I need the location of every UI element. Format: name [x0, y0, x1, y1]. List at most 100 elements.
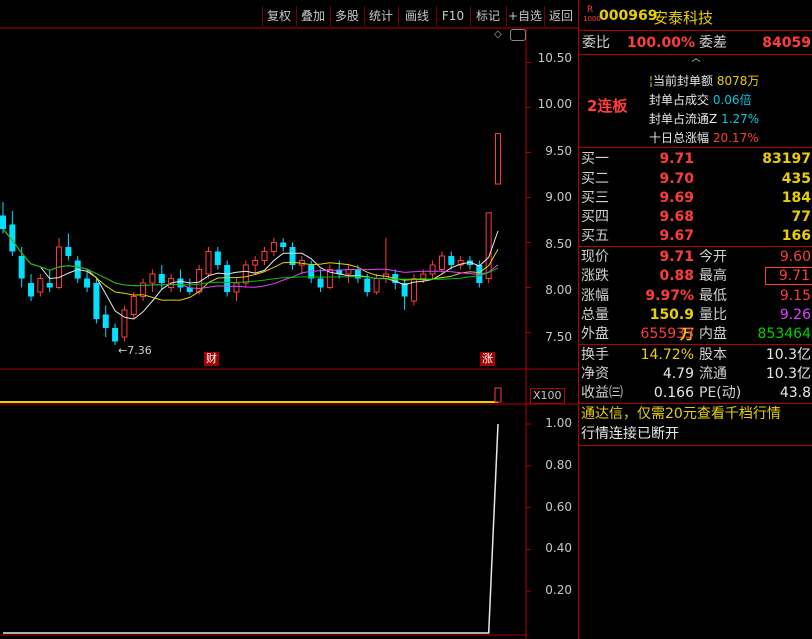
- financial-report-marker[interactable]: 财: [204, 352, 219, 366]
- back-button[interactable]: 返回: [544, 6, 577, 26]
- volume-bar-last: [494, 387, 502, 403]
- candle-body: [242, 264, 249, 284]
- quote-row: 外盘 655933 内盘 853464: [581, 326, 811, 342]
- overlay-button[interactable]: 叠加: [296, 6, 329, 26]
- candle-body: [177, 278, 184, 288]
- candle-body: [280, 242, 287, 247]
- fund-row: 净资 4.79 流通 10.3亿: [581, 366, 811, 382]
- bid-row[interactable]: 买一 9.71 83197: [579, 149, 812, 169]
- candle-body: [84, 278, 91, 288]
- candle-body: [448, 256, 455, 265]
- candle-body: [364, 278, 371, 292]
- candle-body: [224, 265, 231, 292]
- candle-body: [37, 278, 44, 293]
- quote-row: 总量 150.9万 量比 9.26: [581, 307, 811, 343]
- candle-body: [149, 273, 156, 284]
- candle-body: [495, 133, 501, 185]
- inner-volume: 853464: [757, 326, 811, 342]
- candle-body: [261, 251, 268, 261]
- quote-row: 涨幅 9.97% 最低 9.15: [581, 288, 811, 304]
- price-tick: 10.50: [537, 51, 572, 65]
- candle-body: [158, 274, 165, 283]
- add-watchlist-button[interactable]: +自选: [506, 6, 543, 26]
- pe-ratio: 43.8: [779, 385, 811, 401]
- limit-up-marker[interactable]: 涨: [480, 352, 495, 366]
- turnover: 14.72%: [640, 347, 694, 363]
- limit-info-row: ¦当前封单额 8078万: [649, 74, 760, 88]
- price-tick: 8.50: [545, 237, 572, 251]
- multi-stock-button[interactable]: 多股: [330, 6, 363, 26]
- bid-row[interactable]: 买四 9.68 77: [579, 207, 812, 227]
- limit-streak-label: 2连板: [587, 97, 628, 115]
- weicha-label: 委差: [699, 35, 727, 51]
- candle-body: [28, 283, 35, 297]
- indicator-tick: 0.40: [545, 541, 572, 555]
- low-price-label: ←7.36: [118, 344, 152, 357]
- statistics-button[interactable]: 统计: [364, 6, 397, 26]
- weicha-value: 84059: [762, 35, 811, 51]
- limit-info-rows: ¦当前封单额 8078万 封单占成交 0.06倍 封单占流通Z 1.27% 十日…: [649, 72, 759, 148]
- notice-promo[interactable]: 通达信，仅需20元查看千档行情: [581, 404, 781, 424]
- quote-row: 涨跌 0.88 最高 9.71: [579, 266, 812, 286]
- weibi-row: 委比 100.00% 委差 84059: [579, 33, 812, 53]
- bid-row[interactable]: 买三 9.69 184: [579, 188, 812, 208]
- candle-body: [270, 242, 277, 252]
- limit-info-row: 封单占成交 0.06倍: [649, 93, 752, 107]
- fuquan-button[interactable]: 复权: [262, 6, 295, 26]
- total-shares: 10.3亿: [765, 347, 811, 363]
- high-price: 9.71: [765, 267, 812, 285]
- candle-body: [438, 255, 445, 270]
- diamond-icon[interactable]: ◇: [494, 30, 504, 40]
- candle-body: [252, 260, 259, 266]
- weibi-value: 100.00%: [626, 35, 695, 51]
- low-price: 9.15: [779, 288, 811, 304]
- candle-body: [46, 283, 53, 288]
- expand-arrow-icon[interactable]: ︿: [671, 54, 721, 66]
- connection-status: 行情连接已断开: [581, 426, 679, 442]
- candle-body: [485, 212, 492, 279]
- draw-line-button[interactable]: 画线: [398, 6, 435, 26]
- candle-body: [345, 269, 352, 275]
- indicator-tick: 1.00: [545, 416, 572, 430]
- stock-name: 安泰科技: [653, 9, 714, 27]
- mark-button[interactable]: 标记: [470, 6, 505, 26]
- bid-row[interactable]: 买二 9.70 435: [579, 169, 812, 189]
- change-value: 0.88: [659, 268, 694, 284]
- quote-panel: R 1000 000969 安泰科技 委比 100.00% 委差 84059 ︿ …: [578, 0, 812, 639]
- candle-body: [429, 264, 436, 275]
- volume-ratio: 9.26: [779, 307, 811, 323]
- price-tick: 10.00: [537, 97, 572, 111]
- eps: 0.166: [653, 385, 694, 401]
- fund-row: 收益㈢ 0.166 PE(动) 43.8: [581, 385, 811, 401]
- bid-row[interactable]: 买五 9.67 166: [579, 226, 812, 246]
- r-badge: R 1000: [583, 5, 601, 24]
- volume-scale-label: X100: [530, 388, 565, 404]
- limit-info-row: 封单占流通Z 1.27%: [649, 112, 760, 126]
- change-pct: 9.97%: [645, 288, 694, 304]
- price-tick: 9.00: [545, 190, 572, 204]
- candle-body: [373, 278, 380, 293]
- candle-body: [102, 314, 109, 328]
- weibi-label: 委比: [582, 35, 610, 51]
- quote-row: 现价 9.71 今开 9.60: [581, 249, 811, 265]
- indicator-line: [3, 423, 499, 634]
- candle-body: [112, 328, 119, 342]
- kline-svg[interactable]: [0, 0, 578, 639]
- candle-body: [317, 278, 324, 288]
- candle-body: [214, 251, 221, 265]
- candle-body: [65, 247, 72, 256]
- stock-code: 000969: [599, 8, 658, 24]
- indicator-tick: 0.80: [545, 458, 572, 472]
- price-tick: 9.50: [545, 144, 572, 158]
- kline-chart-area[interactable]: 复权 叠加 多股 统计 画线 F10 标记 +自选 返回 ◇ 10.50 10.…: [0, 0, 578, 639]
- stock-header: R 1000 000969 安泰科技: [579, 0, 812, 31]
- fund-row: 换手 14.72% 股本 10.3亿: [581, 347, 811, 363]
- price-tick: 7.50: [545, 330, 572, 344]
- settings-icon[interactable]: [510, 29, 526, 41]
- indicator-tick: 0.60: [545, 500, 572, 514]
- open-price: 9.60: [779, 249, 811, 265]
- f10-button[interactable]: F10: [436, 6, 469, 26]
- outer-volume: 655933: [640, 326, 694, 342]
- current-price: 9.71: [659, 249, 694, 265]
- candle-body: [121, 309, 128, 338]
